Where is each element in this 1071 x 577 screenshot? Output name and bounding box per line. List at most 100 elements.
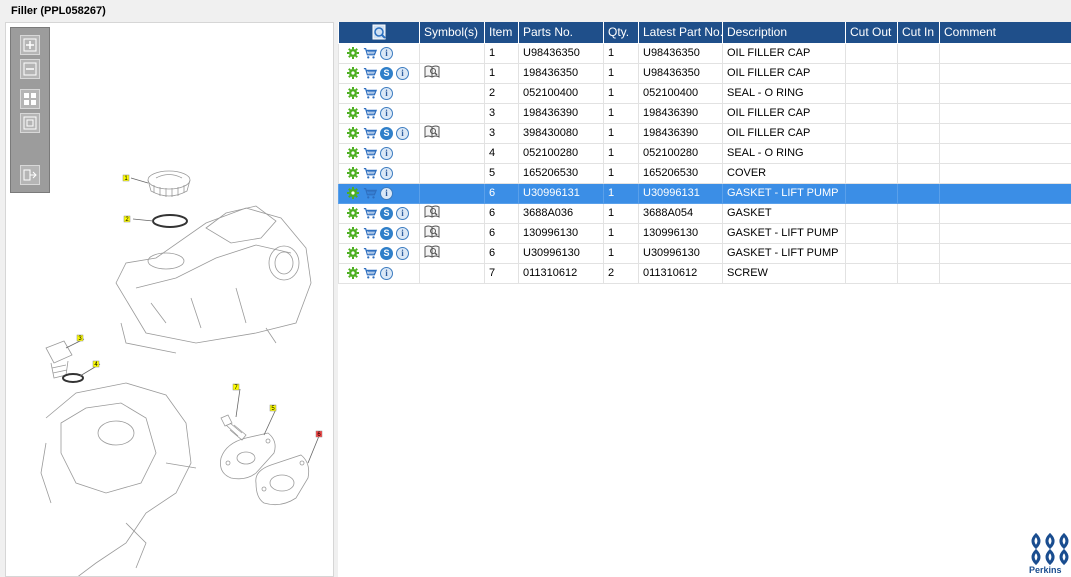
table-header-row: Symbol(s) Item Parts No. Qty. Latest Par… — [338, 22, 1071, 44]
gear-icon[interactable] — [346, 206, 360, 220]
gear-icon[interactable] — [346, 246, 360, 260]
info-icon[interactable]: i — [380, 186, 393, 200]
cart-icon[interactable] — [363, 246, 377, 260]
window-title: Filler (PPL058267) — [11, 5, 106, 17]
info-icon[interactable]: i — [380, 46, 393, 60]
info-icon[interactable]: i — [396, 246, 409, 260]
info-icon[interactable]: i — [380, 146, 393, 160]
table-row[interactable]: i 5 165206530 1 165206530 COVER — [338, 162, 1071, 184]
column-header-comment[interactable]: Comment — [939, 22, 1071, 44]
cell-qty: 1 — [603, 202, 639, 224]
cell-description: SCREW — [722, 262, 846, 284]
row-actions: i — [338, 102, 420, 124]
table-row[interactable]: i 2 052100400 1 052100400 SEAL - O RING — [338, 82, 1071, 104]
cart-icon[interactable] — [363, 146, 377, 160]
actual-size-button[interactable] — [20, 113, 40, 133]
column-header-symbols[interactable]: Symbol(s) — [419, 22, 485, 44]
cart-icon[interactable] — [363, 266, 377, 280]
info-icon[interactable]: i — [380, 166, 393, 180]
table-row[interactable]: Si 3 398430080 1 198436390 OIL FILLER CAP — [338, 122, 1071, 144]
cell-cut-in — [897, 222, 940, 244]
cart-icon[interactable] — [363, 206, 377, 220]
cart-icon[interactable] — [363, 226, 377, 240]
info-icon[interactable]: i — [380, 86, 393, 100]
cell-item: 4 — [484, 142, 519, 164]
table-row[interactable]: i 4 052100280 1 052100280 SEAL - O RING — [338, 142, 1071, 164]
gear-icon[interactable] — [346, 126, 360, 140]
cell-symbols — [419, 182, 485, 204]
cell-item: 3 — [484, 122, 519, 144]
cart-icon[interactable] — [363, 166, 377, 180]
cell-symbols — [419, 122, 485, 144]
book-icon[interactable] — [424, 125, 440, 138]
column-header-parts-no[interactable]: Parts No. — [518, 22, 604, 44]
column-header-qty[interactable]: Qty. — [603, 22, 639, 44]
cell-description: OIL FILLER CAP — [722, 42, 846, 64]
table-row[interactable]: i 1 U98436350 1 U98436350 OIL FILLER CAP — [338, 42, 1071, 64]
table-row[interactable]: Si 6 U30996130 1 U30996130 GASKET - LIFT PUMP — [338, 242, 1071, 264]
info-icon[interactable]: i — [396, 66, 409, 80]
cell-comment — [939, 122, 1071, 144]
cell-parts-no: U98436350 — [518, 42, 604, 64]
cell-cut-out — [845, 222, 898, 244]
book-icon[interactable] — [424, 225, 440, 238]
cell-symbols — [419, 82, 485, 104]
row-actions: Si — [338, 222, 420, 244]
zoom-in-icon — [23, 38, 37, 52]
zoom-in-button[interactable] — [20, 35, 40, 55]
column-header-actions[interactable] — [338, 22, 420, 44]
zoom-out-button[interactable] — [20, 59, 40, 79]
cell-latest-part-no: 198436390 — [638, 122, 723, 144]
cart-icon[interactable] — [363, 66, 377, 80]
s-icon[interactable]: S — [380, 126, 393, 140]
info-icon[interactable]: i — [396, 226, 409, 240]
table-row[interactable]: Si 6 130996130 1 130996130 GASKET - LIFT PUMP — [338, 222, 1071, 244]
gear-icon[interactable] — [346, 226, 360, 240]
s-icon[interactable]: S — [380, 66, 393, 80]
info-icon[interactable]: i — [380, 106, 393, 120]
gear-icon[interactable] — [346, 266, 360, 280]
exploded-diagram[interactable]: 1 2 3 4 5 6 7 — [6, 23, 334, 577]
s-icon[interactable]: S — [380, 206, 393, 220]
book-icon[interactable] — [424, 245, 440, 258]
gear-icon[interactable] — [346, 186, 360, 200]
cell-symbols — [419, 222, 485, 244]
parts-list-pane: Symbol(s) Item Parts No. Qty. Latest Par… — [338, 22, 1071, 577]
cell-latest-part-no: U98436350 — [638, 62, 723, 84]
cart-icon[interactable] — [363, 126, 377, 140]
column-header-item[interactable]: Item — [484, 22, 519, 44]
export-button[interactable] — [20, 165, 40, 185]
info-icon[interactable]: i — [380, 266, 393, 280]
illustration-pane[interactable]: 1 2 3 4 5 6 7 — [5, 22, 334, 577]
table-row[interactable]: Si 6 3688A036 1 3688A054 GASKET — [338, 202, 1071, 224]
cart-icon[interactable] — [363, 186, 377, 200]
column-header-cut-in[interactable]: Cut In — [897, 22, 940, 44]
cart-icon[interactable] — [363, 86, 377, 100]
gear-icon[interactable] — [346, 66, 360, 80]
info-icon[interactable]: i — [396, 206, 409, 220]
fit-all-icon — [24, 93, 36, 105]
fit-all-button[interactable] — [20, 89, 40, 109]
table-row[interactable]: i 3 198436390 1 198436390 OIL FILLER CAP — [338, 102, 1071, 124]
table-row[interactable]: Si 1 198436350 1 U98436350 OIL FILLER CAP — [338, 62, 1071, 84]
column-header-description[interactable]: Description — [722, 22, 846, 44]
book-icon[interactable] — [424, 65, 440, 78]
row-actions: i — [338, 82, 420, 104]
s-icon[interactable]: S — [380, 246, 393, 260]
book-icon[interactable] — [424, 205, 440, 218]
info-icon[interactable]: i — [396, 126, 409, 140]
column-header-cut-out[interactable]: Cut Out — [845, 22, 898, 44]
gear-icon[interactable] — [346, 166, 360, 180]
gear-icon[interactable] — [346, 146, 360, 160]
cart-icon[interactable] — [363, 106, 377, 120]
magnifier-icon[interactable] — [371, 24, 387, 40]
window-title-bar: Filler (PPL058267) — [0, 0, 1071, 22]
cart-icon[interactable] — [363, 46, 377, 60]
gear-icon[interactable] — [346, 86, 360, 100]
s-icon[interactable]: S — [380, 226, 393, 240]
table-row[interactable]: i 6 U30996131 1 U30996131 GASKET - LIFT PUMP — [338, 182, 1071, 204]
gear-icon[interactable] — [346, 106, 360, 120]
column-header-latest-part-no[interactable]: Latest Part No. — [638, 22, 723, 44]
gear-icon[interactable] — [346, 46, 360, 60]
table-row[interactable]: i 7 011310612 2 011310612 SCREW — [338, 262, 1071, 284]
